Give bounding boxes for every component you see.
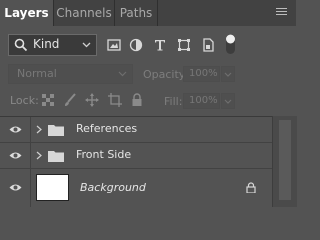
fill-field[interactable]: 100% (183, 93, 220, 109)
panel-menu-icon[interactable] (276, 8, 287, 17)
visibility-column (0, 117, 31, 142)
lock-all-icon[interactable] (130, 93, 144, 107)
layer-row-background[interactable]: Background (0, 169, 272, 207)
shape-layer-filter-icon[interactable] (176, 37, 192, 53)
tab-channels[interactable]: Channels (54, 0, 114, 26)
lock-image-pixels-icon[interactable] (63, 93, 77, 107)
layer-row-references[interactable]: References (0, 117, 272, 142)
tab-layers[interactable]: Layers (0, 0, 53, 26)
opacity-field[interactable]: 100% (183, 66, 220, 82)
opacity-dropdown-arrow[interactable] (221, 66, 235, 82)
chevron-down-icon (224, 99, 232, 104)
panel-tab-bar: Layers Channels Paths (0, 0, 296, 26)
lock-label: Lock: (10, 94, 39, 107)
fill-value: 100% (189, 95, 218, 106)
chevron-down-icon (224, 72, 232, 77)
lock-icon (246, 182, 256, 193)
adjustment-layer-filter-icon[interactable] (128, 37, 144, 53)
chevron-down-icon (118, 71, 127, 77)
layers-list: References Front Side Background (0, 116, 296, 208)
search-icon (14, 38, 28, 52)
visibility-column (0, 169, 31, 207)
tab-separator (157, 0, 158, 26)
eye-icon[interactable] (9, 151, 22, 160)
layers-panel: Layers Channels Paths Kind Normal Opacit… (0, 0, 297, 208)
chevron-down-icon (82, 42, 91, 48)
filter-kind-select[interactable]: Kind (8, 34, 97, 56)
folder-icon (48, 151, 64, 162)
scrollbar-thumb[interactable] (279, 120, 291, 200)
fill-dropdown-arrow[interactable] (221, 93, 235, 109)
type-layer-filter-icon[interactable] (152, 37, 168, 53)
eye-icon[interactable] (9, 183, 22, 192)
layer-name: Front Side (76, 148, 132, 161)
chevron-right-icon[interactable] (36, 151, 42, 160)
blend-mode-value: Normal (17, 67, 57, 80)
folder-icon (48, 125, 64, 136)
opacity-value: 100% (189, 68, 218, 79)
filter-toggle-switch[interactable] (225, 33, 236, 55)
fill-label: Fill: (164, 95, 183, 108)
pixel-layer-filter-icon[interactable] (106, 37, 122, 53)
lock-artboard-icon[interactable] (108, 93, 122, 107)
layer-thumbnail (36, 174, 69, 201)
lock-transparent-pixels-icon[interactable] (41, 93, 55, 107)
blend-mode-select[interactable]: Normal (8, 64, 133, 84)
opacity-label: Opacity: (143, 68, 189, 81)
eye-icon[interactable] (9, 125, 22, 134)
layer-name: Background (80, 181, 146, 194)
smart-object-filter-icon[interactable] (200, 37, 216, 53)
lock-position-icon[interactable] (85, 93, 99, 107)
layer-row-front-side[interactable]: Front Side (0, 143, 272, 168)
layer-name: References (76, 122, 138, 135)
chevron-right-icon[interactable] (36, 125, 42, 134)
visibility-column (0, 143, 31, 168)
layers-scrollbar[interactable] (272, 116, 297, 207)
filter-kind-label: Kind (33, 37, 60, 51)
tab-paths[interactable]: Paths (115, 0, 157, 26)
